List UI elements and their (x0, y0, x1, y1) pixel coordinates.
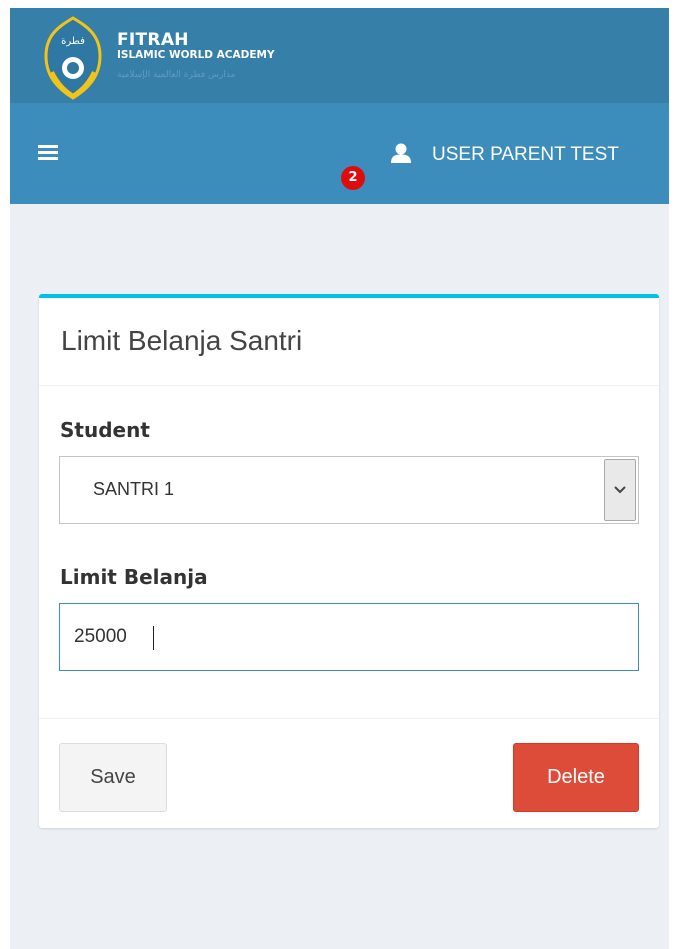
top-navbar: USER PARENT TEST 2 (10, 103, 669, 204)
limit-belanja-input[interactable]: 25000 (59, 603, 639, 671)
svg-text:فطرة: فطرة (61, 36, 85, 47)
student-select[interactable]: SANTRI 1 (59, 456, 639, 524)
notification-badge[interactable]: 2 (341, 166, 365, 190)
student-select-value: SANTRI 1 (93, 479, 175, 499)
hamburger-icon[interactable] (38, 145, 58, 161)
brand-subtitle: ISLAMIC WORLD ACADEMY (117, 49, 275, 61)
header-divider (39, 385, 659, 386)
limit-belanja-label: Limit Belanja (60, 565, 208, 589)
student-label: Student (60, 418, 150, 442)
fitrah-logo[interactable]: فطرة (42, 16, 104, 100)
save-button[interactable]: Save (59, 743, 167, 812)
brand-name: FITRAH (117, 30, 189, 50)
text-caret (153, 626, 154, 650)
footer-divider (39, 718, 659, 719)
user-name: USER PARENT TEST (432, 144, 619, 165)
user-icon (391, 143, 411, 163)
brand-tagline: مدارس فطرة العالمية الإسلامية (117, 70, 236, 80)
select-arrow-button[interactable] (604, 459, 636, 521)
logo-bar: فطرة FITRAH ISLAMIC WORLD ACADEMY مدارس … (10, 8, 669, 103)
box-title: Limit Belanja Santri (61, 325, 303, 356)
app-window: فطرة FITRAH ISLAMIC WORLD ACADEMY مدارس … (10, 8, 669, 949)
limit-belanja-box: Limit Belanja Santri Student SANTRI 1 Li… (39, 294, 659, 828)
chevron-down-icon (614, 486, 626, 494)
limit-belanja-value: 25000 (74, 626, 127, 647)
delete-button[interactable]: Delete (513, 743, 639, 812)
